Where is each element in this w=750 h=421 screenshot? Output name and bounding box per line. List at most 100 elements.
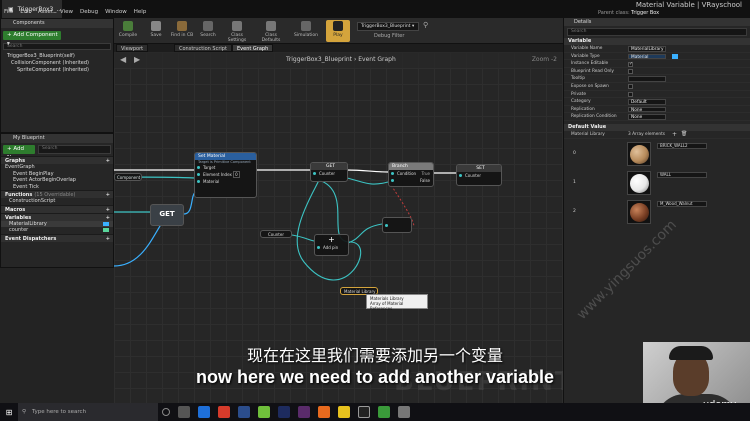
details-search[interactable]: Search xyxy=(567,28,747,36)
windows-start-icon[interactable]: ⊞ xyxy=(0,403,18,421)
pin-element-index[interactable]: Element Index 0 xyxy=(195,171,256,178)
cortana-icon[interactable] xyxy=(162,408,170,416)
add-component-button[interactable]: + Add Component ▾ xyxy=(3,31,61,47)
tree-item-self[interactable]: TriggerBox3_Blueprint(self) xyxy=(1,53,113,60)
edge-icon[interactable] xyxy=(198,406,210,418)
save-button[interactable]: Save xyxy=(144,20,168,42)
private-checkbox[interactable] xyxy=(628,92,633,98)
add-element-icon[interactable]: + xyxy=(672,131,677,139)
pin-value[interactable] xyxy=(383,222,411,229)
pin-condition[interactable]: Condition True xyxy=(389,170,433,177)
pin-target[interactable]: Target xyxy=(195,164,256,171)
menu-debug[interactable]: Debug xyxy=(80,9,98,15)
graphs-section[interactable]: Graphs + xyxy=(1,156,113,164)
read-only-checkbox[interactable] xyxy=(628,69,633,75)
replication-condition-select[interactable]: None xyxy=(628,114,666,120)
compile-button[interactable]: Compile xyxy=(116,20,140,42)
material-select[interactable]: BRICK_WALL2 xyxy=(657,142,707,149)
taskbar-search[interactable]: ⚲ Type here to search xyxy=(18,403,158,421)
task-view-icon[interactable] xyxy=(178,406,190,418)
material-select[interactable]: M_Wood_Walnut xyxy=(657,200,707,207)
my-blueprint-search[interactable]: Search xyxy=(38,145,111,154)
app-icon[interactable] xyxy=(398,406,410,418)
node-get-counter[interactable]: GET Counter xyxy=(310,162,348,182)
components-search[interactable]: Search xyxy=(3,43,111,50)
after-effects-icon[interactable] xyxy=(298,406,310,418)
menu-window[interactable]: Window xyxy=(105,9,127,15)
pin-counter[interactable]: Counter xyxy=(457,172,501,179)
play-button[interactable]: Play xyxy=(326,20,350,42)
event-dispatchers-section[interactable]: Event Dispatchers + xyxy=(1,233,113,242)
category-select[interactable]: Default xyxy=(628,99,666,105)
tab-construction-script[interactable]: Construction Script xyxy=(174,44,232,52)
tree-item-collision[interactable]: CollisionComponent (Inherited) xyxy=(1,60,113,67)
menu-file[interactable]: File xyxy=(4,9,13,15)
tab-event-graph[interactable]: Event Graph xyxy=(232,44,274,52)
prop-variable-name: Variable Name MaterialLibrary xyxy=(564,45,750,53)
parent-class-value[interactable]: Trigger Box xyxy=(631,10,659,16)
find-in-cb-button[interactable]: Find in CB xyxy=(170,20,194,42)
menu-help[interactable]: Help xyxy=(134,9,147,15)
filezilla-icon[interactable] xyxy=(218,406,230,418)
pin-counter[interactable]: Counter xyxy=(311,170,347,177)
macros-section[interactable]: Macros + xyxy=(1,204,113,213)
node-counter-var[interactable]: Counter xyxy=(260,230,292,238)
menu-asset[interactable]: Asset xyxy=(38,9,53,15)
material-thumbnail[interactable] xyxy=(627,199,651,224)
node-set-counter[interactable]: SET Counter xyxy=(456,164,502,186)
material-thumbnail[interactable] xyxy=(627,170,651,195)
menu-edit[interactable]: Edit xyxy=(20,9,31,15)
graph-tabs: Viewport Construction Script Event Graph xyxy=(114,44,563,52)
variable-section[interactable]: Variable xyxy=(564,38,750,45)
variables-section[interactable]: Variables + xyxy=(1,212,113,221)
instance-editable-checkbox[interactable] xyxy=(628,61,633,68)
array-type-icon[interactable] xyxy=(672,53,678,59)
variable-type-select[interactable]: Material xyxy=(628,53,666,59)
unreal-icon[interactable] xyxy=(358,406,370,418)
variable-type-swatch xyxy=(103,228,109,232)
trash-icon[interactable]: 🗑 xyxy=(681,131,687,139)
prop-tooltip: Tooltip xyxy=(564,75,750,83)
debug-search-icon[interactable]: ⚲ xyxy=(423,21,428,29)
premiere-icon[interactable] xyxy=(278,406,290,418)
tab-viewport[interactable]: Viewport xyxy=(116,44,149,52)
firefox-icon[interactable] xyxy=(318,406,330,418)
node-title: GET xyxy=(311,163,347,170)
photoshop-icon[interactable] xyxy=(238,406,250,418)
tooltip-field[interactable] xyxy=(628,76,666,82)
material-select[interactable]: WALL xyxy=(657,171,707,178)
subtitle-chinese: 现在在这里我们需要添加另一个变量 xyxy=(246,346,503,365)
play-icon xyxy=(333,21,343,31)
class-defaults-button[interactable]: Class Defaults xyxy=(256,20,286,43)
node-compare[interactable] xyxy=(382,217,412,233)
prop-instance-editable: Instance Editable xyxy=(564,60,750,68)
chrome-icon[interactable] xyxy=(338,406,350,418)
expose-on-spawn-checkbox[interactable] xyxy=(628,84,633,90)
camtasia-icon[interactable] xyxy=(258,406,270,418)
node-set-material[interactable]: Set Material Target is Primitive Compone… xyxy=(194,152,257,198)
node-branch[interactable]: Branch Condition True False xyxy=(388,162,434,187)
camtasia-recorder-icon[interactable] xyxy=(378,406,390,418)
prop-material-library: Material Library 3 Array elements + 🗑 xyxy=(564,131,750,139)
functions-section[interactable]: Functions (15 Overridable) + xyxy=(1,190,113,198)
search-button[interactable]: Search xyxy=(196,20,220,42)
simulation-button[interactable]: Simulation xyxy=(292,20,320,42)
class-settings-button[interactable]: Class Settings xyxy=(222,20,252,43)
taskbar: ⊞ ⚲ Type here to search xyxy=(0,403,750,421)
tree-item-sprite[interactable]: SpriteComponent (Inherited) xyxy=(1,67,113,74)
default-value-section[interactable]: Default Value xyxy=(564,123,750,131)
debug-object-select[interactable]: TriggerBox3_Blueprint ▾ xyxy=(357,22,419,31)
node-title: Set Material xyxy=(195,153,256,160)
prop-category: Category Default xyxy=(564,98,750,106)
add-new-button[interactable]: + Add New ▾ xyxy=(3,145,35,161)
pin-add[interactable]: Add pin xyxy=(315,244,348,251)
menu-view[interactable]: View xyxy=(60,9,73,15)
node-get-array[interactable]: GET xyxy=(150,204,184,226)
replication-select[interactable]: None xyxy=(628,106,666,113)
pin-material[interactable]: Material xyxy=(195,178,256,185)
node-add[interactable]: + Add pin xyxy=(314,234,349,256)
material-thumbnail[interactable] xyxy=(627,141,651,166)
variable-name-field[interactable]: MaterialLibrary xyxy=(628,46,667,52)
pin-false[interactable]: False xyxy=(389,177,433,184)
node-component-ref[interactable]: Component xyxy=(114,173,142,181)
